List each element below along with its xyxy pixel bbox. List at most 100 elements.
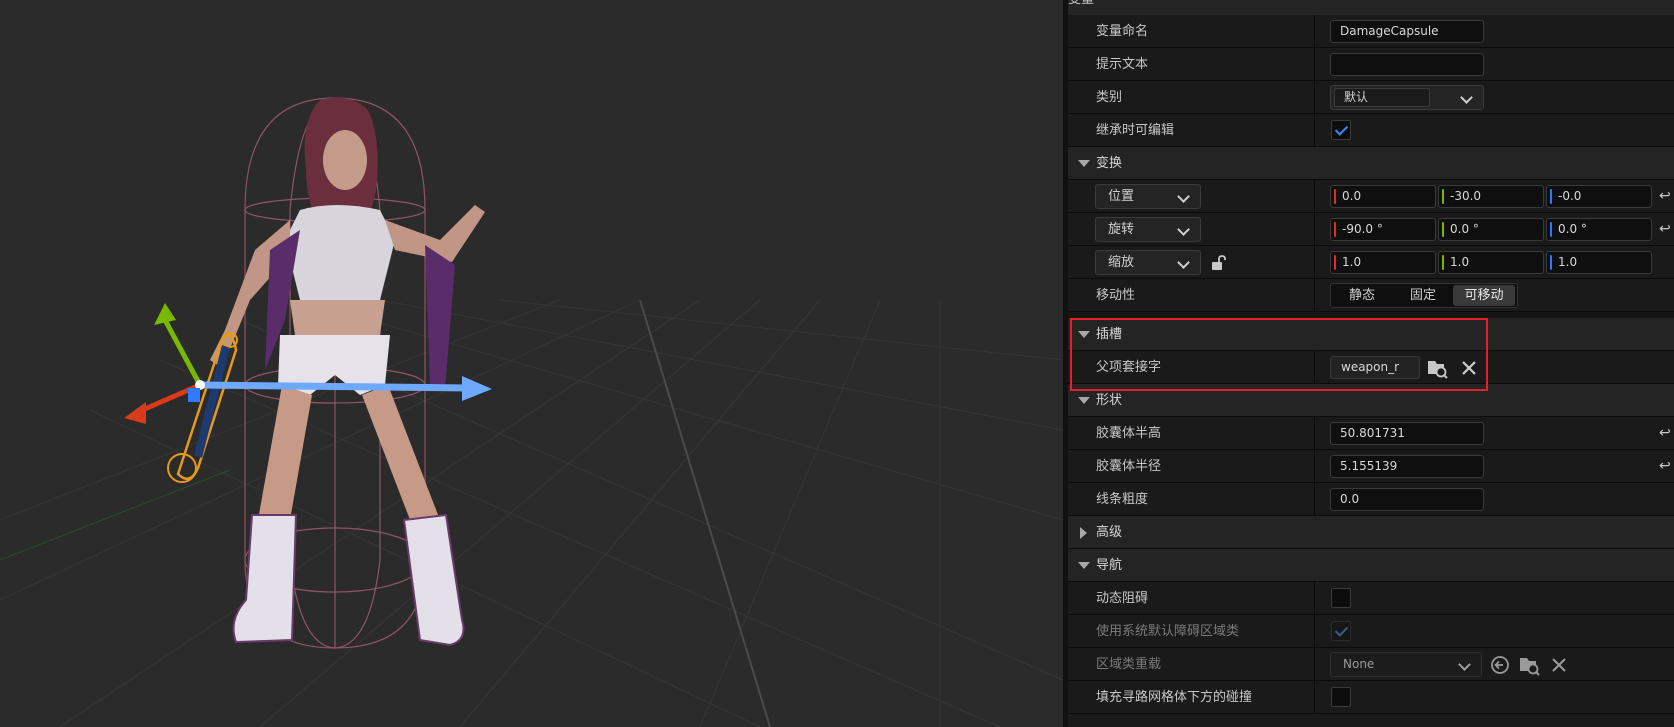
reset-arrow-icon[interactable]: ↩ bbox=[1659, 189, 1671, 203]
location-mode-combo[interactable]: 位置 bbox=[1095, 184, 1201, 209]
category-label: 类别 bbox=[1096, 90, 1123, 105]
row-dynamic-obstacle: 动态阻碍 bbox=[1068, 582, 1674, 615]
editable-label: 继承时可编辑 bbox=[1096, 123, 1175, 138]
line-thickness-input[interactable]: 0.0 bbox=[1330, 488, 1484, 511]
scale-y-input[interactable]: 1.0 bbox=[1438, 251, 1544, 274]
chevron-down-icon bbox=[1177, 223, 1190, 236]
clear-close-icon[interactable] bbox=[1460, 359, 1478, 377]
row-area-class-override: 区域类重载 None bbox=[1068, 648, 1674, 681]
browse-folder-icon[interactable] bbox=[1426, 357, 1448, 379]
capsule-radius-label: 胶囊体半径 bbox=[1096, 459, 1162, 474]
tooltip-label: 提示文本 bbox=[1096, 57, 1149, 72]
section-shape-label: 形状 bbox=[1096, 393, 1123, 408]
category-value[interactable]: 默认 bbox=[1334, 88, 1430, 107]
section-variables[interactable]: 变量 bbox=[1068, 0, 1674, 16]
3d-viewport[interactable] bbox=[0, 0, 1063, 727]
section-transform[interactable]: 变换 bbox=[1068, 147, 1674, 180]
row-variable-name: 变量命名 DamageCapsule bbox=[1068, 15, 1674, 48]
editable-checkbox[interactable] bbox=[1331, 120, 1351, 140]
rotation-mode-combo[interactable]: 旋转 bbox=[1095, 217, 1201, 242]
row-parent-socket: 父项套接字 weapon_r bbox=[1068, 351, 1674, 384]
lock-open-icon[interactable] bbox=[1209, 254, 1227, 272]
chevron-down-icon bbox=[1458, 658, 1471, 671]
checkmark-icon bbox=[1334, 623, 1349, 637]
rotation-y-input[interactable]: 0.0 ° bbox=[1438, 218, 1544, 241]
collapse-arrow-icon bbox=[1078, 160, 1090, 167]
viewport-scene bbox=[0, 97, 1063, 727]
variable-name-input[interactable]: DamageCapsule bbox=[1330, 20, 1484, 43]
line-thickness-label: 线条粗度 bbox=[1096, 492, 1149, 507]
row-location: 位置 0.0 -30.0 -0.0 ↩ bbox=[1068, 180, 1674, 213]
row-scale: 缩放 1.0 1.0 1.0 bbox=[1068, 246, 1674, 279]
chevron-down-icon bbox=[1177, 256, 1190, 269]
location-x-input[interactable]: 0.0 bbox=[1330, 185, 1436, 208]
area-override-label: 区域类重载 bbox=[1096, 657, 1162, 672]
row-tooltip: 提示文本 bbox=[1068, 48, 1674, 81]
section-navigation[interactable]: 导航 bbox=[1068, 549, 1674, 582]
floor-grid bbox=[0, 299, 1063, 727]
collapse-arrow-icon bbox=[1078, 397, 1090, 404]
clear-close-icon[interactable] bbox=[1550, 656, 1568, 674]
rotation-mode-label: 旋转 bbox=[1108, 222, 1135, 237]
scale-x-input[interactable]: 1.0 bbox=[1330, 251, 1436, 274]
mobility-option-static[interactable]: 静态 bbox=[1331, 284, 1393, 307]
row-next-partial bbox=[1068, 714, 1674, 727]
area-override-combo[interactable]: None bbox=[1330, 652, 1482, 677]
collapse-arrow-icon bbox=[1078, 331, 1090, 338]
section-variables-label: 变量 bbox=[1068, 0, 1674, 15]
mobility-option-stationary[interactable]: 固定 bbox=[1393, 284, 1453, 307]
chevron-down-icon bbox=[1177, 190, 1190, 203]
section-sockets[interactable]: 插槽 bbox=[1068, 318, 1674, 351]
checkmark-icon bbox=[1334, 122, 1349, 136]
row-line-thickness: 线条粗度 0.0 bbox=[1068, 483, 1674, 516]
row-use-default-area: 使用系统默认障碍区域类 bbox=[1068, 615, 1674, 648]
variable-name-label: 变量命名 bbox=[1096, 24, 1149, 39]
row-mobility: 移动性 静态 固定 可移动 bbox=[1068, 279, 1674, 312]
fill-collision-label: 填充寻路网格体下方的碰撞 bbox=[1096, 690, 1253, 705]
tooltip-input[interactable] bbox=[1330, 53, 1484, 76]
use-default-area-label: 使用系统默认障碍区域类 bbox=[1096, 624, 1240, 639]
row-rotation: 旋转 -90.0 ° 0.0 ° 0.0 ° ↩ bbox=[1068, 213, 1674, 246]
reset-arrow-icon[interactable]: ↩ bbox=[1659, 459, 1671, 473]
section-sockets-label: 插槽 bbox=[1096, 327, 1123, 342]
scale-mode-label: 缩放 bbox=[1108, 255, 1135, 270]
browse-folder-icon[interactable] bbox=[1518, 654, 1540, 676]
row-editable-inherited: 继承时可编辑 bbox=[1068, 114, 1674, 147]
fill-collision-checkbox[interactable] bbox=[1331, 687, 1351, 707]
capsule-half-height-label: 胶囊体半高 bbox=[1096, 426, 1162, 441]
reset-arrow-icon[interactable]: ↩ bbox=[1659, 222, 1671, 236]
row-capsule-half-height: 胶囊体半高 50.801731 ↩ bbox=[1068, 417, 1674, 450]
use-selected-arrow-icon[interactable] bbox=[1490, 655, 1510, 675]
row-category: 类别 默认 bbox=[1068, 81, 1674, 114]
parent-socket-value[interactable]: weapon_r bbox=[1330, 356, 1420, 379]
expand-arrow-icon bbox=[1080, 527, 1087, 539]
section-advanced-label: 高级 bbox=[1096, 525, 1123, 540]
character-model bbox=[210, 97, 485, 647]
rotation-z-input[interactable]: 0.0 ° bbox=[1546, 218, 1652, 241]
location-z-input[interactable]: -0.0 bbox=[1546, 185, 1652, 208]
area-override-value: None bbox=[1343, 657, 1375, 671]
row-capsule-radius: 胶囊体半径 5.155139 ↩ bbox=[1068, 450, 1674, 483]
dynamic-obstacle-label: 动态阻碍 bbox=[1096, 591, 1149, 606]
mobility-option-movable[interactable]: 可移动 bbox=[1453, 285, 1515, 306]
capsule-radius-input[interactable]: 5.155139 bbox=[1330, 455, 1484, 478]
section-shape[interactable]: 形状 bbox=[1068, 384, 1674, 417]
section-advanced[interactable]: 高级 bbox=[1068, 516, 1674, 549]
reset-arrow-icon[interactable]: ↩ bbox=[1659, 426, 1671, 440]
scale-z-input[interactable]: 1.0 bbox=[1546, 251, 1652, 274]
use-default-area-checkbox[interactable] bbox=[1331, 621, 1351, 641]
dynamic-obstacle-checkbox[interactable] bbox=[1331, 588, 1351, 608]
capsule-half-height-input[interactable]: 50.801731 bbox=[1330, 422, 1484, 445]
section-navigation-label: 导航 bbox=[1096, 558, 1123, 573]
rotation-x-input[interactable]: -90.0 ° bbox=[1330, 218, 1436, 241]
scale-mode-combo[interactable]: 缩放 bbox=[1095, 250, 1201, 275]
chevron-down-icon bbox=[1460, 91, 1473, 104]
mobility-segmented-control: 静态 固定 可移动 bbox=[1330, 283, 1518, 308]
location-y-input[interactable]: -30.0 bbox=[1438, 185, 1544, 208]
category-combo[interactable]: 默认 bbox=[1330, 85, 1484, 110]
section-transform-label: 变换 bbox=[1096, 156, 1123, 171]
parent-socket-label: 父项套接字 bbox=[1096, 360, 1162, 375]
row-fill-collision: 填充寻路网格体下方的碰撞 bbox=[1068, 681, 1674, 714]
collapse-arrow-icon bbox=[1078, 562, 1090, 569]
weapon-capsule bbox=[167, 332, 238, 483]
